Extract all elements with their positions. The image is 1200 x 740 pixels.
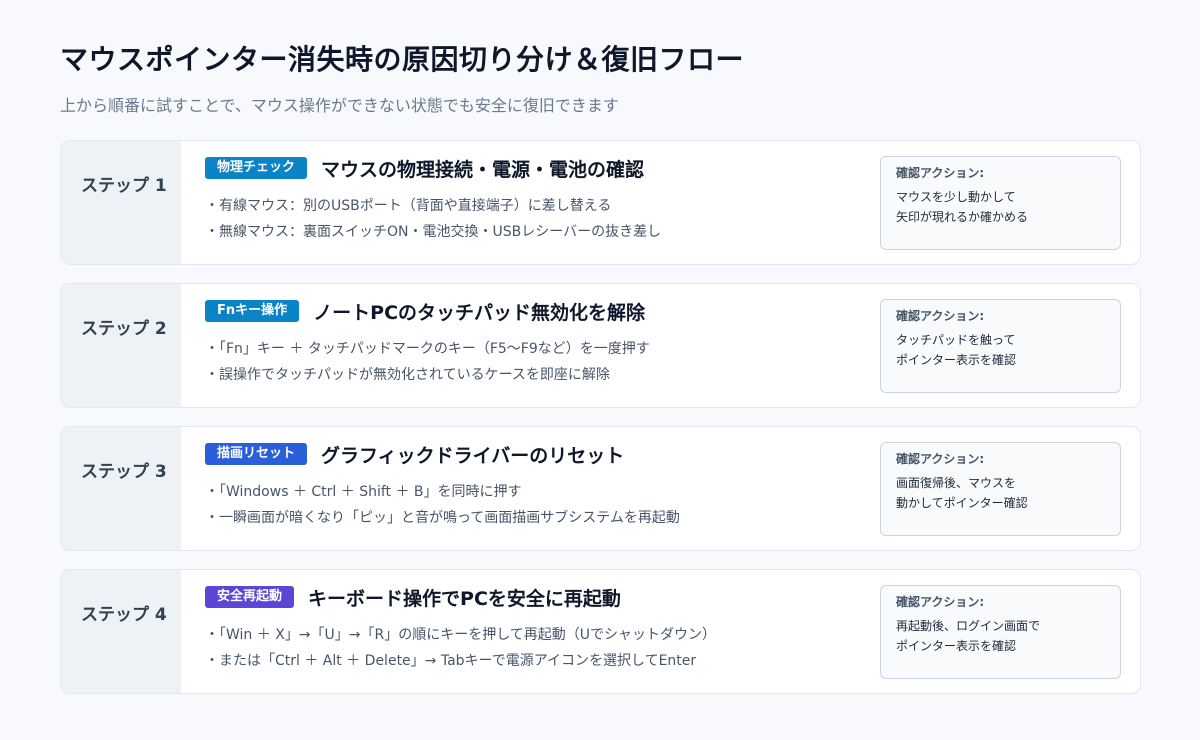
confirm-action-line: 矢印が現れるか確かめる: [896, 210, 1029, 224]
step-content: Fnキー操作 ノートPCのタッチパッド無効化を解除 ・「Fn」キー ＋ タッチパ…: [205, 298, 895, 388]
step-bullet: ・または「Ctrl ＋ Alt ＋ Delete」→ Tabキーで電源アイコンを…: [205, 653, 697, 669]
step-number-label: ステップ 4: [81, 605, 167, 625]
confirm-action-label: 確認アクション:: [896, 309, 985, 323]
step-title: ノートPCのタッチパッド無効化を解除: [313, 301, 646, 324]
step-title: マウスの物理接続・電源・電池の確認: [321, 158, 645, 181]
confirm-action-box: 確認アクション: 画面復帰後、マウスを 動かしてポインター確認: [880, 442, 1121, 536]
page-header: マウスポインター消失時の原因切り分け＆復旧フロー 上から順番に試すことで、マウス…: [60, 38, 744, 116]
step-bullet: ・有線マウス：別のUSBポート（背面や直接端子）に差し替える: [205, 198, 612, 214]
step-number-label: ステップ 1: [81, 176, 167, 196]
confirm-action-box: 確認アクション: タッチパッドを触って ポインター表示を確認: [880, 299, 1121, 393]
confirm-action-line: 再起動後、ログイン画面で: [896, 619, 1041, 633]
step-label-panel: ステップ 1: [61, 141, 181, 264]
confirm-action-line: ポインター表示を確認: [896, 353, 1017, 367]
step-bullet: ・無線マウス：裏面スイッチON・電池交換・USBレシーバーの抜き差し: [205, 224, 662, 240]
confirm-action-label: 確認アクション:: [896, 595, 985, 609]
confirm-action-line: 動かしてポインター確認: [896, 496, 1028, 510]
step-content: 物理チェック マウスの物理接続・電源・電池の確認 ・有線マウス：別のUSBポート…: [205, 155, 895, 245]
step-bullet: ・一瞬画面が暗くなり「ピッ」と音が鳴って画面描画サブシステムを再起動: [205, 510, 680, 526]
confirm-action-line: ポインター表示を確認: [896, 639, 1017, 653]
step-label-panel: ステップ 3: [61, 427, 181, 550]
page-title: マウスポインター消失時の原因切り分け＆復旧フロー: [60, 43, 745, 76]
step-bullet: ・「Win ＋ X」→「U」→「R」の順にキーを押して再起動（Uでシャットダウン…: [205, 627, 717, 643]
confirm-action-box: 確認アクション: 再起動後、ログイン画面で ポインター表示を確認: [880, 585, 1121, 679]
step-label-panel: ステップ 4: [61, 570, 181, 693]
step-card-2: ステップ 2 Fnキー操作 ノートPCのタッチパッド無効化を解除 ・「Fn」キー…: [60, 283, 1141, 408]
confirm-action-line: タッチパッドを触って: [896, 333, 1016, 347]
confirm-action-line: 画面復帰後、マウスを: [896, 476, 1017, 490]
step-number-label: ステップ 2: [81, 319, 167, 339]
step-number-label: ステップ 3: [81, 462, 167, 482]
step-bullet: ・「Fn」キー ＋ タッチパッドマークのキー（F5〜F9など）を一度押す: [205, 341, 650, 357]
step-card-1: ステップ 1 物理チェック マウスの物理接続・電源・電池の確認 ・有線マウス：別…: [60, 140, 1141, 265]
confirm-action-box: 確認アクション: マウスを少し動かして 矢印が現れるか確かめる: [880, 156, 1121, 250]
step-badge: Fnキー操作: [205, 300, 300, 322]
steps-list: ステップ 1 物理チェック マウスの物理接続・電源・電池の確認 ・有線マウス：別…: [60, 140, 1141, 712]
step-bullet: ・「Windows ＋ Ctrl ＋ Shift ＋ B」を同時に押す: [205, 484, 522, 500]
step-card-3: ステップ 3 描画リセット グラフィックドライバーのリセット ・「Windows…: [60, 426, 1141, 551]
step-title: グラフィックドライバーのリセット: [321, 444, 625, 467]
confirm-action-label: 確認アクション:: [896, 452, 985, 466]
step-card-4: ステップ 4 安全再起動 キーボード操作でPCを安全に再起動 ・「Win ＋ X…: [60, 569, 1141, 694]
confirm-action-line: マウスを少し動かして: [896, 190, 1016, 204]
step-content: 安全再起動 キーボード操作でPCを安全に再起動 ・「Win ＋ X」→「U」→「…: [205, 584, 895, 674]
step-label-panel: ステップ 2: [61, 284, 181, 407]
step-bullet: ・誤操作でタッチパッドが無効化されているケースを即座に解除: [205, 367, 610, 383]
step-content: 描画リセット グラフィックドライバーのリセット ・「Windows ＋ Ctrl…: [205, 441, 895, 531]
page-subtitle: 上から順番に試すことで、マウス操作ができない状態でも安全に復旧できます: [60, 96, 619, 115]
step-badge: 描画リセット: [205, 443, 308, 465]
step-badge: 物理チェック: [205, 157, 308, 179]
confirm-action-label: 確認アクション:: [896, 166, 985, 180]
step-badge: 安全再起動: [205, 586, 295, 608]
step-title: キーボード操作でPCを安全に再起動: [308, 587, 621, 610]
